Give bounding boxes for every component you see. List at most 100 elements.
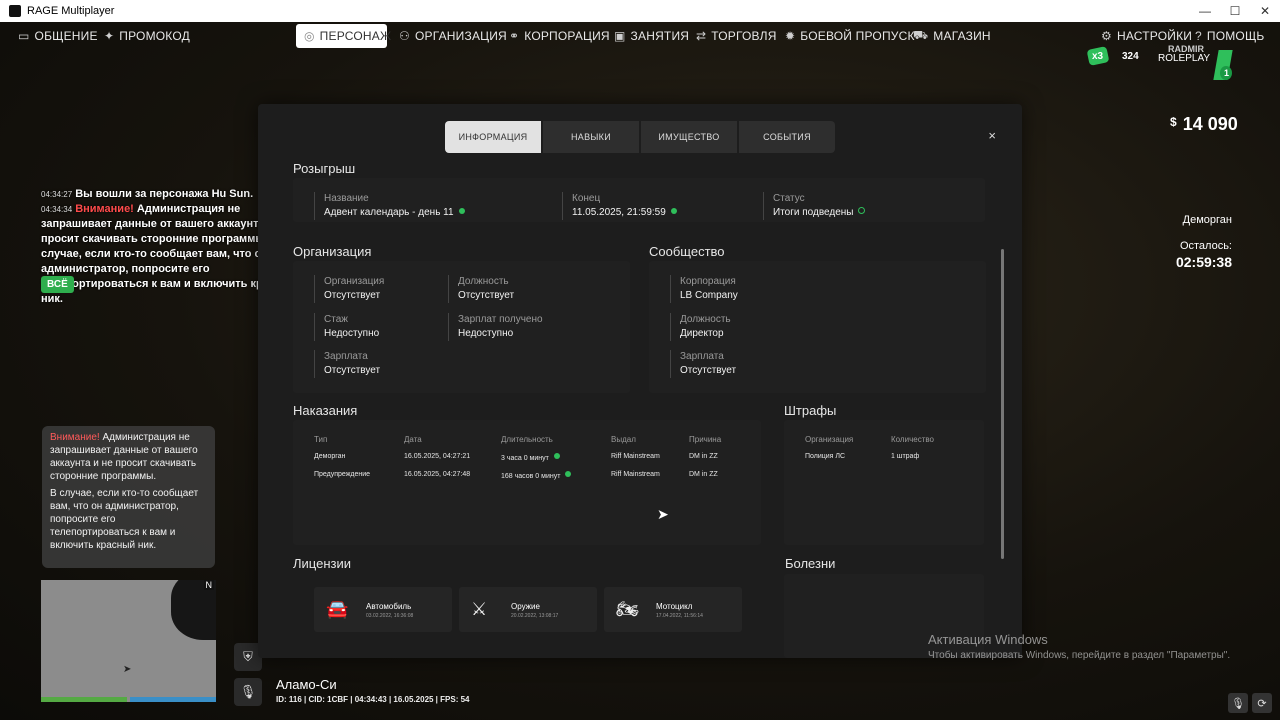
cart-icon: ⛟ <box>913 28 929 42</box>
voice-button[interactable]: 🎙 <box>234 678 262 706</box>
table-cell: Полиция ЛС <box>805 453 846 460</box>
money-display: $14 090 <box>1170 114 1238 135</box>
tab-events[interactable]: СОБЫТИЯ <box>739 121 835 153</box>
motorcycle-icon: 🏍 <box>616 599 639 619</box>
status-dot <box>858 207 866 214</box>
tab-skills[interactable]: НАВЫКИ <box>543 121 639 153</box>
gift-icon: ✦ <box>104 29 115 43</box>
shield-icon: ⛨ <box>243 649 253 664</box>
table-cell: 16.05.2025, 04:27:48 <box>404 471 471 478</box>
license-weapon: ⚔ Оружие 20.02.2022, 13:08:17 <box>459 587 597 632</box>
remaining-label: Осталось: <box>1179 240 1232 252</box>
table-cell: Деморган <box>314 453 346 460</box>
diseases-title: Болезни <box>785 556 836 571</box>
field-label: Организация <box>324 276 385 287</box>
field-value: Отсутствует <box>324 365 381 376</box>
field-value: 11.05.2025, 21:59:59 <box>572 206 677 220</box>
chat-warning: Внимание! <box>75 203 134 215</box>
license-name: Оружие <box>511 602 540 611</box>
field-label: Должность <box>458 276 509 287</box>
session-stats: ID: 116 | CID: 1CBF | 04:34:43 | 16.05.2… <box>276 695 470 704</box>
mouse-cursor-icon: ➤ <box>657 506 669 522</box>
field-value: Недоступно <box>458 328 514 339</box>
health-bar <box>41 697 127 702</box>
currency-sign: $ <box>1170 115 1177 129</box>
table-cell: DM in ZZ <box>689 453 718 460</box>
field-value: Отсутствует <box>458 290 515 301</box>
gear-icon: ⚙ <box>1101 29 1112 43</box>
app-icon <box>9 5 21 17</box>
microphone-status-icon[interactable]: 🎙 <box>1228 693 1248 713</box>
field-value: Итоги подведены <box>773 206 866 220</box>
tab-property[interactable]: ИМУЩЕСТВО <box>641 121 737 153</box>
punish-title: Наказания <box>293 403 358 418</box>
close-panel-button[interactable]: × <box>988 128 996 143</box>
raffle-status-field: Статус Итоги подведены <box>763 192 866 220</box>
location-name: Аламо-Си <box>276 677 337 692</box>
nav-label: НАСТРОЙКИ <box>1116 29 1193 43</box>
field-label: Должность <box>680 314 731 325</box>
status-dot <box>553 453 560 459</box>
logo-number: 324 <box>1122 51 1139 62</box>
nav-shop[interactable]: ⛟ МАГАЗИН <box>905 24 999 48</box>
maximize-button[interactable]: ☐ <box>1220 4 1250 18</box>
admin-notice: Внимание! Администрация не запрашивает д… <box>42 426 215 568</box>
nav-character[interactable]: ◎ ПЕРСОНАЖ <box>296 24 391 48</box>
nav-activities[interactable]: ▣ ЗАНЯТИЯ <box>606 24 697 48</box>
field-label: Корпорация <box>680 276 736 287</box>
chat-icon: ▭ <box>18 29 30 43</box>
trade-icon: ⇄ <box>696 29 707 43</box>
table-header: Причина <box>689 435 722 444</box>
nav-chat[interactable]: ▭ ОБЩЕНИЕ <box>10 24 106 48</box>
minimize-button[interactable]: — <box>1190 4 1220 18</box>
status-dot <box>565 471 572 477</box>
field-label: Стаж <box>324 314 348 325</box>
table-cell: Riff Mainstream <box>611 453 660 460</box>
nav-organization[interactable]: ⚇ ОРГАНИЗАЦИЯ <box>391 24 515 48</box>
table-header: Длительность <box>501 435 553 444</box>
org-title: Организация <box>293 244 372 259</box>
raffle-end-field: Конец 11.05.2025, 21:59:59 <box>562 192 677 220</box>
community-title: Сообщество <box>649 244 725 259</box>
nav-label: ПОМОЩЬ <box>1206 29 1265 43</box>
field-value: Отсутствует <box>680 365 737 376</box>
nav-promocode[interactable]: ✦ ПРОМОКОД <box>96 24 198 48</box>
nav-label: ПРОМОКОД <box>119 29 190 43</box>
table-cell: Riff Mainstream <box>611 471 660 478</box>
license-name: Автомобиль <box>366 602 412 611</box>
raffle-end: 11.05.2025, 21:59:59 <box>572 207 666 218</box>
table-header: Тип <box>314 435 328 444</box>
license-date: 17.04.2022, 11:56:14 <box>656 613 703 619</box>
close-window-button[interactable]: ✕ <box>1250 4 1280 18</box>
money-amount: 14 090 <box>1182 114 1238 134</box>
table-header: Количество <box>891 435 934 444</box>
table-cell: 16.05.2025, 04:27:21 <box>404 453 471 460</box>
nav-trade[interactable]: ⇄ ТОРГОВЛЯ <box>688 24 785 48</box>
nav-battle-pass[interactable]: ✹ БОЕВОЙ ПРОПУСК <box>777 24 923 48</box>
logo-badge: 1 <box>1224 68 1230 78</box>
chat-all-button[interactable]: ВСЁ <box>41 276 74 293</box>
window-title: RAGE Multiplayer <box>27 5 115 17</box>
license-car: 🚘 Автомобиль 03.02.2022, 16:36:08 <box>314 587 452 632</box>
table-cell: Предупреждение <box>314 471 371 478</box>
field-label: Зарплата <box>680 351 724 362</box>
server-logo: x3 324 RADMIR ROLEPLAY 1 <box>1086 44 1248 90</box>
field-label: Зарплата <box>324 351 368 362</box>
table-cell: DM in ZZ <box>689 471 718 478</box>
field-label: Название <box>324 193 369 204</box>
license-motorcycle: 🏍 Мотоцикл 17.04.2022, 11:56:14 <box>604 587 742 632</box>
north-indicator: N <box>203 580 214 590</box>
community-position-field: Должность Директор <box>670 313 731 341</box>
nav-corporation[interactable]: ⚭ КОРПОРАЦИЯ <box>501 24 618 48</box>
community-salary-field: Зарплата Отсутствует <box>670 350 736 378</box>
tab-info[interactable]: ИНФОРМАЦИЯ <box>445 121 541 153</box>
nav-label: ОБЩЕНИЕ <box>34 29 98 43</box>
activation-text: Чтобы активировать Windows, перейдите в … <box>928 650 1231 661</box>
chat-text: Вы вошли за персонажа Hu Sun. <box>75 188 254 200</box>
logo-multiplier: x3 <box>1092 51 1104 62</box>
refresh-icon[interactable]: ⟳ <box>1252 693 1272 713</box>
panel-scrollbar[interactable] <box>1001 249 1004 559</box>
chat-timestamp: 04:34:34 <box>41 205 73 214</box>
table-cell: 3 часа 0 минут <box>501 453 605 462</box>
table-cell: 1 штраф <box>891 453 920 460</box>
